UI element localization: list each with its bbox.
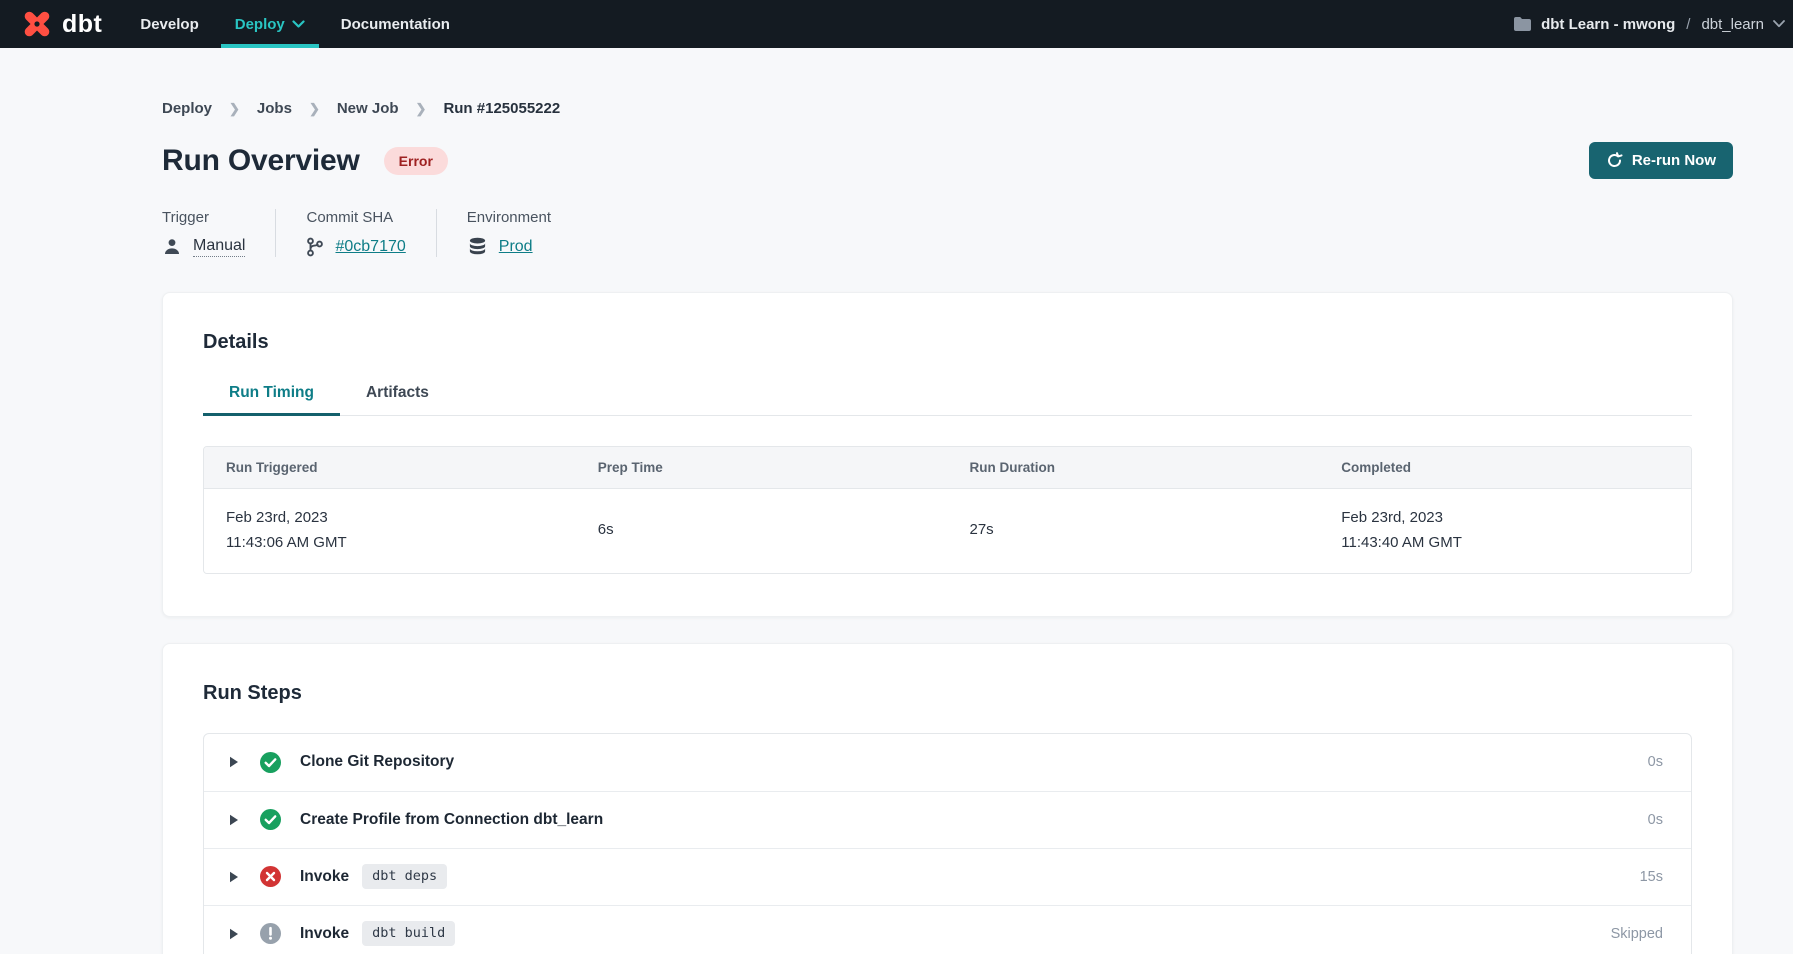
step-command-chip: dbt deps [362, 864, 447, 889]
nav-item-label: Deploy [235, 16, 285, 33]
table-header-row: Run Triggered Prep Time Run Duration Com… [204, 447, 1691, 489]
step-row-clone-git-repository[interactable]: Clone Git Repository 0s [204, 734, 1691, 791]
breadcrumb-deploy[interactable]: Deploy [162, 100, 212, 117]
column-header-run-triggered: Run Triggered [204, 447, 576, 488]
step-row-invoke-dbt-deps[interactable]: Invoke dbt deps 15s [204, 848, 1691, 905]
step-row-create-profile[interactable]: Create Profile from Connection dbt_learn… [204, 791, 1691, 848]
step-command-chip: dbt build [362, 921, 455, 946]
column-header-prep-time: Prep Time [576, 447, 948, 488]
run-steps-card: Run Steps Clone Git Repository 0s [162, 643, 1733, 954]
page-title: Run Overview [162, 144, 360, 178]
environment-label: Environment [467, 209, 551, 226]
page-header: Run Overview Error Re-run Now [162, 142, 1733, 179]
details-heading: Details [203, 331, 1692, 354]
nav-item-deploy[interactable]: Deploy [217, 0, 323, 48]
step-title: Clone Git Repository [300, 753, 454, 771]
step-duration: 15s [1640, 869, 1663, 885]
status-badge: Error [384, 147, 448, 175]
caret-right-icon[interactable] [229, 871, 239, 883]
nav-item-label: Develop [140, 16, 198, 33]
caret-right-icon[interactable] [229, 928, 239, 940]
meta-trigger: Trigger Manual [162, 209, 275, 257]
dbt-logo[interactable]: dbt [14, 0, 122, 48]
trigger-label: Trigger [162, 209, 245, 226]
column-header-completed: Completed [1319, 447, 1691, 488]
completed-date: Feb 23rd, 2023 [1341, 506, 1669, 531]
step-title: Invoke [300, 925, 349, 943]
breadcrumb: Deploy ❯ Jobs ❯ New Job ❯ Run #125055222 [162, 48, 1733, 117]
nav-item-label: Documentation [341, 16, 450, 33]
run-triggered-date: Feb 23rd, 2023 [226, 506, 554, 531]
account-separator: / [1684, 16, 1692, 33]
account-selector[interactable]: dbt Learn - mwong / dbt_learn [1513, 0, 1785, 48]
run-triggered-time: 11:43:06 AM GMT [226, 531, 554, 556]
details-card: Details Run Timing Artifacts Run Trigger… [162, 292, 1733, 617]
run-steps-heading: Run Steps [203, 682, 1692, 705]
error-icon [260, 866, 281, 887]
caret-right-icon[interactable] [229, 756, 239, 768]
dbt-logo-icon [20, 7, 54, 41]
step-duration: 0s [1648, 812, 1663, 828]
chevron-down-icon [1773, 20, 1785, 28]
nav-spacer [468, 0, 1513, 48]
commit-sha-label: Commit SHA [306, 209, 405, 226]
tab-artifacts[interactable]: Artifacts [340, 384, 455, 415]
breadcrumb-jobs[interactable]: Jobs [257, 100, 292, 117]
run-steps-list: Clone Git Repository 0s Create Profile f… [203, 733, 1692, 954]
details-tabs: Run Timing Artifacts [203, 384, 1692, 416]
breadcrumb-run-number: Run #125055222 [443, 100, 560, 117]
step-title: Invoke [300, 868, 349, 886]
nav-item-develop[interactable]: Develop [122, 0, 216, 48]
trigger-value[interactable]: Manual [193, 237, 245, 257]
rerun-now-button[interactable]: Re-run Now [1589, 142, 1733, 179]
cell-run-triggered: Feb 23rd, 2023 11:43:06 AM GMT [204, 489, 576, 573]
refresh-icon [1606, 152, 1623, 169]
tab-label: Run Timing [229, 384, 314, 401]
nav-menu: Develop Deploy Documentation [122, 0, 468, 48]
meta-commit-sha: Commit SHA #0cb7170 [275, 209, 435, 257]
nav-item-documentation[interactable]: Documentation [323, 0, 468, 48]
run-timing-table: Run Triggered Prep Time Run Duration Com… [203, 446, 1692, 574]
completed-time: 11:43:40 AM GMT [1341, 531, 1669, 556]
tab-label: Artifacts [366, 384, 429, 401]
meta-environment: Environment Prod [436, 209, 581, 257]
account-environment-name: dbt_learn [1701, 16, 1764, 33]
commit-sha-link[interactable]: #0cb7170 [335, 238, 405, 256]
chevron-right-icon: ❯ [229, 101, 240, 117]
cell-run-duration: 27s [948, 501, 1320, 560]
step-row-invoke-dbt-build[interactable]: Invoke dbt build Skipped [204, 905, 1691, 954]
chevron-down-icon [292, 20, 305, 29]
environment-link[interactable]: Prod [499, 238, 533, 256]
page-content: Deploy ❯ Jobs ❯ New Job ❯ Run #125055222… [0, 48, 1793, 954]
step-duration: 0s [1648, 754, 1663, 770]
table-row: Feb 23rd, 2023 11:43:06 AM GMT 6s 27s Fe… [204, 489, 1691, 573]
success-icon [260, 752, 281, 773]
run-meta: Trigger Manual Commit SHA #0cb7170 [162, 209, 1733, 257]
person-icon [162, 237, 182, 257]
chevron-right-icon: ❯ [309, 101, 320, 117]
skipped-icon [260, 923, 281, 944]
caret-right-icon[interactable] [229, 814, 239, 826]
tab-run-timing[interactable]: Run Timing [203, 384, 340, 415]
database-icon [467, 237, 488, 257]
step-duration: Skipped [1611, 926, 1663, 942]
step-title: Create Profile from Connection dbt_learn [300, 811, 603, 829]
success-icon [260, 809, 281, 830]
top-navigation: dbt Develop Deploy Documentation dbt Lea… [0, 0, 1793, 48]
brand-text: dbt [62, 10, 102, 39]
column-header-run-duration: Run Duration [948, 447, 1320, 488]
cell-completed: Feb 23rd, 2023 11:43:40 AM GMT [1319, 489, 1691, 573]
account-project-name: dbt Learn - mwong [1541, 16, 1675, 33]
cell-prep-time: 6s [576, 501, 948, 560]
rerun-now-label: Re-run Now [1632, 152, 1716, 169]
git-branch-icon [306, 237, 324, 257]
folder-icon [1513, 16, 1532, 32]
breadcrumb-new-job[interactable]: New Job [337, 100, 399, 117]
chevron-right-icon: ❯ [416, 101, 427, 117]
